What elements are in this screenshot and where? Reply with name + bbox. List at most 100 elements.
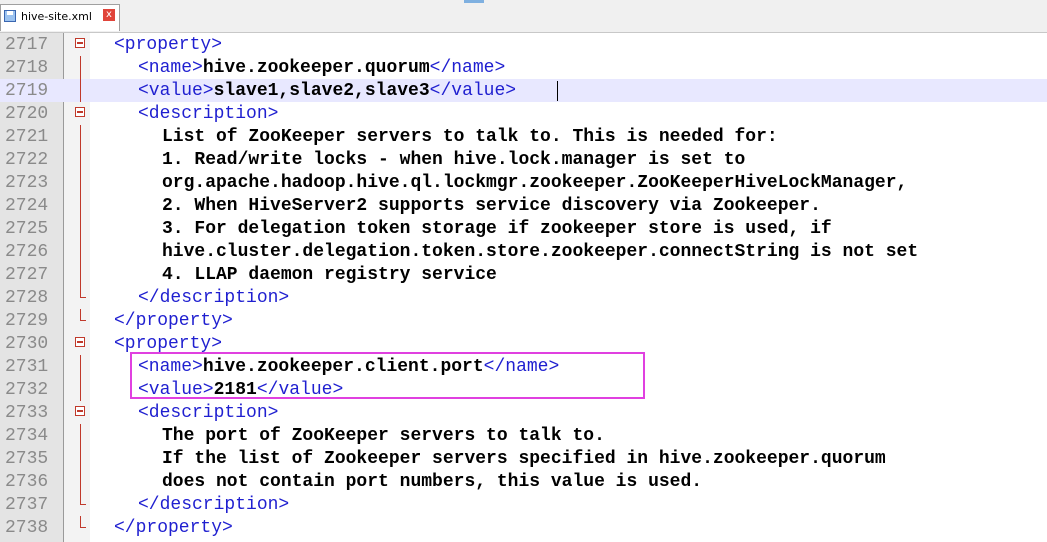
xml-close-tag: </value> [429,81,517,101]
xml-value-text: 2. When HiveServer2 supports service dis… [162,196,821,216]
line-number: 2718 [5,58,49,78]
code-text: <name>hive.zookeeper.quorum</name> [138,57,505,79]
xml-value-text: If the list of Zookeeper servers specifi… [162,449,886,469]
code-text: 4. LLAP daemon registry service [162,264,497,286]
fold-guide [80,378,81,401]
line-number: 2728 [5,288,49,308]
fold-guide [80,56,81,79]
code-text: does not contain port numbers, this valu… [162,471,702,493]
line-number: 2733 [5,403,49,423]
fold-guide [80,171,81,194]
fold-end-marker [80,286,86,298]
xml-open-tag: <property> [114,334,223,354]
xml-value-text: hive.cluster.delegation.token.store.zook… [162,242,919,262]
code-line-current[interactable]: 2719 <value>slave1,slave2,slave3</value> [0,79,1047,102]
code-line[interactable]: 2727 4. LLAP daemon registry service [0,263,1047,286]
xml-value-text: 4. LLAP daemon registry service [162,265,497,285]
code-line[interactable]: 2723 org.apache.hadoop.hive.ql.lockmgr.z… [0,171,1047,194]
code-line[interactable]: 2722 1. Read/write locks - when hive.loc… [0,148,1047,171]
fold-guide [80,79,81,102]
code-line[interactable]: 2738 </property> [0,516,1047,539]
xml-value-text: slave1,slave2,slave3 [213,81,430,101]
fold-guide [80,240,81,263]
annotation-highlight-box [130,352,645,399]
code-text: 3. For delegation token storage if zooke… [162,218,832,240]
xml-value-text: 1. Read/write locks - when hive.lock.man… [162,150,746,170]
fold-guide [80,263,81,286]
fold-guide [80,148,81,171]
code-line[interactable]: 2728 </description> [0,286,1047,309]
code-text: List of ZooKeeper servers to talk to. Th… [162,126,778,148]
fold-toggle-icon[interactable] [75,38,85,48]
fold-toggle-icon[interactable] [75,337,85,347]
code-line[interactable]: 2734 The port of ZooKeeper servers to ta… [0,424,1047,447]
line-number: 2738 [5,518,49,538]
code-line[interactable]: 2720 <description> [0,102,1047,125]
code-line[interactable]: 2737 </description> [0,493,1047,516]
line-number: 2726 [5,242,49,262]
fold-toggle-icon[interactable] [75,406,85,416]
line-number: 2727 [5,265,49,285]
fold-guide [80,447,81,470]
code-text: </description> [138,287,289,309]
tab-hive-site-xml[interactable]: hive-site.xml x [0,4,120,31]
code-text: <property> [114,34,222,56]
line-number: 2737 [5,495,49,515]
fold-guide [80,194,81,217]
fold-end-marker [80,493,86,505]
xml-close-tag: </description> [138,495,290,515]
code-line[interactable]: 2735 If the list of Zookeeper servers sp… [0,447,1047,470]
fold-guide [80,470,81,493]
code-line[interactable]: 2724 2. When HiveServer2 supports servic… [0,194,1047,217]
xml-open-tag: <name> [138,58,203,78]
floppy-disk-icon [4,10,16,22]
xml-close-tag: </description> [138,288,290,308]
line-number: 2732 [5,380,49,400]
code-text: </description> [138,494,289,516]
tab-bar: hive-site.xml x [0,0,1047,33]
code-text: 1. Read/write locks - when hive.lock.man… [162,149,745,171]
code-text: <description> [138,402,278,424]
code-line[interactable]: 2717 <property> [0,33,1047,56]
code-text: </property> [114,310,233,332]
xml-value-text: The port of ZooKeeper servers to talk to… [162,426,605,446]
code-text: 2. When HiveServer2 supports service dis… [162,195,821,217]
fold-toggle-icon[interactable] [75,107,85,117]
code-text: org.apache.hadoop.hive.ql.lockmgr.zookee… [162,172,907,194]
line-number: 2724 [5,196,49,216]
code-line[interactable]: 2721 List of ZooKeeper servers to talk t… [0,125,1047,148]
fold-end-marker [80,516,86,528]
close-icon[interactable]: x [103,9,115,21]
xml-open-tag: <value> [138,81,214,101]
line-number: 2723 [5,173,49,193]
code-line[interactable]: 2718 <name>hive.zookeeper.quorum</name> [0,56,1047,79]
line-number: 2731 [5,357,49,377]
code-text: hive.cluster.delegation.token.store.zook… [162,241,918,263]
code-text: The port of ZooKeeper servers to talk to… [162,425,605,447]
line-number: 2734 [5,426,49,446]
xml-close-tag: </property> [114,518,233,538]
fold-guide [80,424,81,447]
line-number: 2721 [5,127,49,147]
xml-value-text: does not contain port numbers, this valu… [162,472,703,492]
line-number: 2720 [5,104,49,124]
xml-value-text: List of ZooKeeper servers to talk to. Th… [162,127,778,147]
code-editor[interactable]: 2717 <property> 2718 <name>hive.zookeepe… [0,33,1047,542]
code-line[interactable]: 2726 hive.cluster.delegation.token.store… [0,240,1047,263]
text-caret [557,81,558,101]
xml-value-text: 3. For delegation token storage if zooke… [162,219,832,239]
line-number: 2717 [5,35,49,55]
code-line[interactable]: 2729 </property> [0,309,1047,332]
xml-close-tag: </property> [114,311,233,331]
xml-open-tag: <description> [138,403,279,423]
code-line[interactable]: 2725 3. For delegation token storage if … [0,217,1047,240]
fold-end-marker [80,309,86,321]
line-number: 2735 [5,449,49,469]
code-line[interactable]: 2733 <description> [0,401,1047,424]
fold-guide [80,355,81,378]
xml-open-tag: <property> [114,35,223,55]
line-number: 2722 [5,150,49,170]
line-number: 2736 [5,472,49,492]
code-line[interactable]: 2736 does not contain port numbers, this… [0,470,1047,493]
line-number: 2725 [5,219,49,239]
